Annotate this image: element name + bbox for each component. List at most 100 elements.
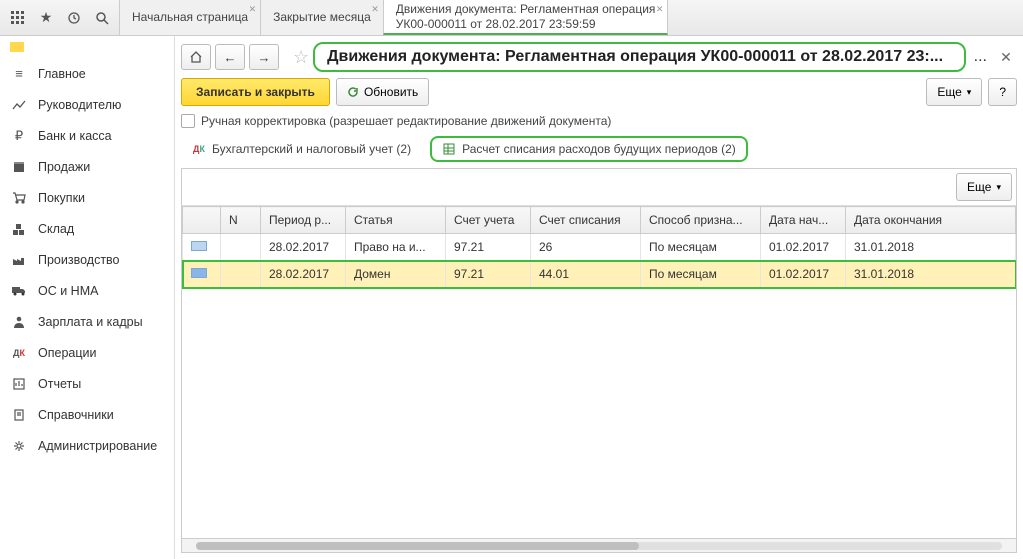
col-acct-dst[interactable]: Счет списания <box>531 207 641 234</box>
sidebar-item-references[interactable]: Справочники <box>0 399 174 430</box>
main-layout: ≡Главное Руководителю ₽ Банк и касса Прод… <box>0 36 1023 559</box>
tab-label: Закрытие месяца <box>273 10 371 24</box>
tab-bar: Начальная страница ✕ Закрытие месяца ✕ Д… <box>120 0 668 35</box>
scrollbar-thumb[interactable] <box>196 542 639 550</box>
box-icon <box>10 158 28 176</box>
sidebar-item-label: Покупки <box>38 191 85 205</box>
sidebar-item-hr[interactable]: Зарплата и кадры <box>0 306 174 337</box>
data-grid[interactable]: N Период р... Статья Счет учета Счет спи… <box>182 206 1016 538</box>
cell-method: По месяцам <box>641 234 761 261</box>
cell-end: 31.01.2018 <box>846 261 1016 288</box>
table-row[interactable]: 28.02.2017 Право на и... 97.21 26 По мес… <box>183 234 1016 261</box>
action-bar: Записать и закрыть Обновить Еще ▾ ? <box>181 78 1017 106</box>
page-title: Движения документа: Регламентная операци… <box>313 42 966 72</box>
sidebar-item-label: Производство <box>38 253 120 267</box>
sidebar-handle[interactable] <box>10 42 24 52</box>
tab-future-expenses[interactable]: Расчет списания расходов будущих периодо… <box>430 136 748 162</box>
close-icon[interactable]: ✕ <box>656 4 664 15</box>
col-method[interactable]: Способ призна... <box>641 207 761 234</box>
apps-icon[interactable] <box>6 6 30 30</box>
help-button[interactable]: ? <box>988 78 1017 106</box>
save-close-button[interactable]: Записать и закрыть <box>181 78 330 106</box>
cell-start: 01.02.2017 <box>761 261 846 288</box>
cell-period: 28.02.2017 <box>261 234 346 261</box>
tab-label: Расчет списания расходов будущих периодо… <box>462 142 736 156</box>
refresh-icon <box>347 86 359 98</box>
cart-icon <box>10 189 28 207</box>
sidebar-item-label: Склад <box>38 222 74 236</box>
sidebar-item-warehouse[interactable]: Склад <box>0 213 174 244</box>
col-n[interactable]: N <box>221 207 261 234</box>
sidebar-item-label: Справочники <box>38 408 114 422</box>
sidebar-item-label: Банк и касса <box>38 129 112 143</box>
sidebar-item-manager[interactable]: Руководителю <box>0 89 174 120</box>
tab-label: Бухгалтерский и налоговый учет (2) <box>212 142 411 156</box>
history-icon[interactable] <box>62 6 86 30</box>
gear-icon <box>10 437 28 455</box>
star-outline-icon[interactable]: ☆ <box>293 47 309 68</box>
more-button[interactable]: Еще ▾ <box>926 78 982 106</box>
report-icon <box>10 375 28 393</box>
more-label: Еще <box>967 180 991 194</box>
star-icon[interactable]: ★ <box>34 6 58 30</box>
ellipsis: ... <box>970 48 991 66</box>
cell-acct: 97.21 <box>446 261 531 288</box>
back-button[interactable]: ← <box>215 44 245 70</box>
table: N Период р... Статья Счет учета Счет спи… <box>182 206 1016 288</box>
sidebar-item-purchases[interactable]: Покупки <box>0 182 174 213</box>
col-end[interactable]: Дата окончания <box>846 207 1016 234</box>
sidebar-item-sales[interactable]: Продажи <box>0 151 174 182</box>
table-row[interactable]: 28.02.2017 Домен 97.21 44.01 По месяцам … <box>183 261 1016 288</box>
tab-label: Движения документа: Регламентная операци… <box>396 2 656 31</box>
cell-start: 01.02.2017 <box>761 234 846 261</box>
close-button[interactable]: ✕ <box>995 46 1017 68</box>
manual-edit-row: Ручная корректировка (разрешает редактир… <box>181 114 1017 128</box>
dk-icon: ДК <box>192 142 206 156</box>
sidebar-item-operations[interactable]: ДКОперации <box>0 337 174 368</box>
cell-period: 28.02.2017 <box>261 261 346 288</box>
forward-button[interactable]: → <box>249 44 279 70</box>
table-toolbar: Еще ▾ <box>182 169 1016 206</box>
col-icon[interactable] <box>183 207 221 234</box>
sidebar-item-main[interactable]: ≡Главное <box>0 58 174 89</box>
tab-accounting[interactable]: ДК Бухгалтерский и налоговый учет (2) <box>181 137 422 161</box>
col-period[interactable]: Период р... <box>261 207 346 234</box>
home-button[interactable] <box>181 44 211 70</box>
close-icon[interactable]: ✕ <box>249 4 257 15</box>
table-container: Еще ▾ N Период р... Статья Счет учета Сч… <box>181 168 1017 553</box>
col-acct[interactable]: Счет учета <box>446 207 531 234</box>
col-article[interactable]: Статья <box>346 207 446 234</box>
close-icon[interactable]: ✕ <box>371 4 379 15</box>
sidebar-item-bank[interactable]: ₽ Банк и касса <box>0 120 174 151</box>
tab-doc-movements[interactable]: Движения документа: Регламентная операци… <box>383 0 669 35</box>
refresh-button[interactable]: Обновить <box>336 78 429 106</box>
manual-edit-checkbox[interactable] <box>181 114 195 128</box>
topbar: ★ Начальная страница ✕ Закрытие месяца ✕… <box>0 0 1023 36</box>
tab-month-close[interactable]: Закрытие месяца ✕ <box>260 0 384 35</box>
sidebar-item-assets[interactable]: ОС и НМА <box>0 275 174 306</box>
person-icon <box>10 313 28 331</box>
inner-tabs: ДК Бухгалтерский и налоговый учет (2) Ра… <box>181 136 1017 162</box>
sidebar-item-label: Администрирование <box>38 439 157 453</box>
refresh-label: Обновить <box>364 85 418 99</box>
horizontal-scrollbar[interactable] <box>182 538 1016 552</box>
col-start[interactable]: Дата нач... <box>761 207 846 234</box>
sidebar-item-production[interactable]: Производство <box>0 244 174 275</box>
table-more-button[interactable]: Еще ▾ <box>956 173 1012 201</box>
header-row: ← → ☆ Движения документа: Регламентная о… <box>181 42 1017 72</box>
sidebar-item-reports[interactable]: Отчеты <box>0 368 174 399</box>
chart-icon <box>10 96 28 114</box>
search-icon[interactable] <box>90 6 114 30</box>
stack-icon <box>10 220 28 238</box>
topbar-icons: ★ <box>0 0 120 35</box>
ruble-icon: ₽ <box>10 127 28 145</box>
tab-home[interactable]: Начальная страница ✕ <box>119 0 261 35</box>
cell-acct-dst: 26 <box>531 234 641 261</box>
book-icon <box>10 406 28 424</box>
tab-label: Начальная страница <box>132 10 248 24</box>
factory-icon <box>10 251 28 269</box>
more-label: Еще <box>937 85 961 99</box>
sidebar-item-admin[interactable]: Администрирование <box>0 430 174 461</box>
cell-end: 31.01.2018 <box>846 234 1016 261</box>
sidebar-item-label: Руководителю <box>38 98 121 112</box>
